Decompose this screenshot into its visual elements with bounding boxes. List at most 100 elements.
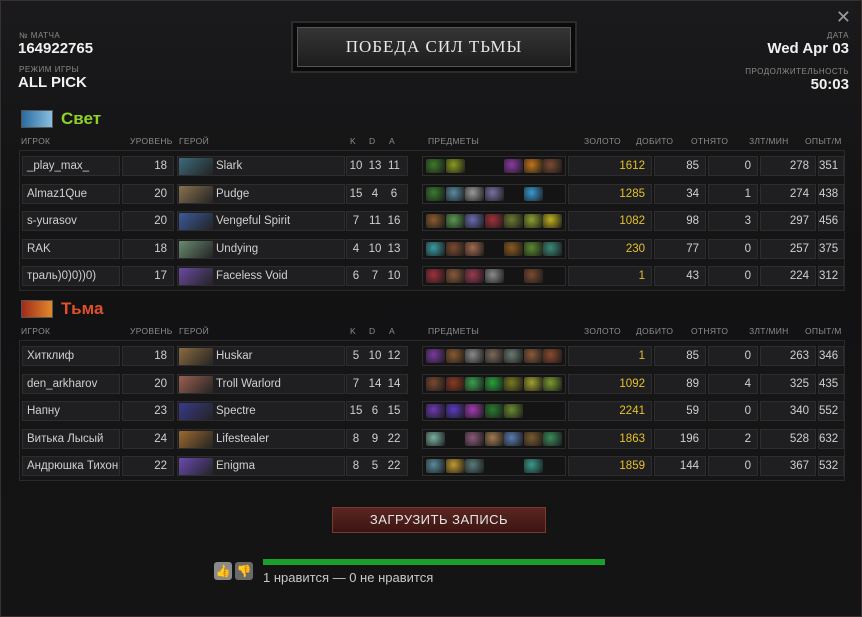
item-slot[interactable] (445, 404, 465, 418)
player-row[interactable]: траль)0)0))0) 17 Faceless Void 6 7 10 1 43 0 224 3… (20, 264, 844, 288)
player-name[interactable]: Хитклиф (22, 346, 120, 366)
player-name[interactable]: s-yurasov (22, 211, 120, 231)
gold-value: 2241 (568, 401, 652, 421)
item-slot[interactable] (543, 159, 562, 173)
item-slot[interactable] (426, 241, 445, 256)
player-row[interactable]: den_arkharov 20 Troll Warlord 7 14 14 1092 89 4 3… (20, 372, 844, 396)
team-header-0: Свет (21, 109, 101, 129)
item-slot[interactable] (504, 241, 523, 256)
item-slot[interactable] (465, 186, 484, 201)
item-slot[interactable] (445, 241, 465, 256)
hero-cell[interactable]: Enigma (177, 456, 345, 476)
hero-cell[interactable]: Troll Warlord (177, 373, 345, 394)
item-slot[interactable] (426, 269, 445, 283)
item-slot[interactable] (504, 214, 523, 228)
download-replay-button[interactable]: ЗАГРУЗИТЬ ЗАПИСЬ (332, 507, 546, 533)
item-slot[interactable] (543, 241, 562, 256)
item-slot[interactable] (504, 404, 523, 418)
item-slot[interactable] (523, 431, 543, 446)
hero-name: Enigma (216, 460, 255, 472)
player-name[interactable]: Almaz1Que (22, 183, 120, 204)
item-slot[interactable] (484, 269, 504, 283)
item-slot[interactable] (484, 431, 504, 446)
item-slot[interactable] (543, 349, 562, 363)
hero-cell[interactable]: Slark (177, 156, 345, 176)
thumbs-down-icon[interactable]: 👎 (235, 562, 253, 580)
item-slot[interactable] (426, 404, 445, 418)
item-slot[interactable] (543, 214, 562, 228)
item-slot[interactable] (523, 159, 543, 173)
column-header-hero: ГЕРОЙ (179, 136, 209, 146)
hero-cell[interactable]: Pudge (177, 183, 345, 204)
hero-cell[interactable]: Spectre (177, 401, 345, 421)
item-slot[interactable] (484, 376, 504, 391)
item-slot[interactable] (445, 349, 465, 363)
player-row[interactable]: Андрюшка Тихон 22 Enigma 8 5 22 1859 144 0 367 532 (20, 454, 844, 478)
item-slot[interactable] (445, 459, 465, 473)
item-slot[interactable] (523, 241, 543, 256)
hero-cell[interactable]: Undying (177, 238, 345, 259)
player-name[interactable]: Витька Лысый (22, 428, 120, 449)
player-row[interactable]: Напну 23 Spectre 15 6 15 2241 59 0 340 552 (20, 399, 844, 423)
item-slot[interactable] (426, 186, 445, 201)
item-slot[interactable] (445, 269, 465, 283)
player-row[interactable]: _play_max_ 18 Slark 10 13 11 1612 85 0 278 351 (20, 154, 844, 178)
hero-cell[interactable]: Faceless Void (177, 266, 345, 286)
item-slot (485, 459, 504, 473)
item-slot[interactable] (465, 241, 484, 256)
thumbs-up-icon[interactable]: 👍 (214, 562, 232, 580)
player-row[interactable]: RAK 18 Undying 4 10 13 230 77 0 257 375 (20, 237, 844, 261)
item-slot[interactable] (426, 431, 445, 446)
item-slot[interactable] (445, 186, 465, 201)
player-name[interactable]: den_arkharov (22, 373, 120, 394)
player-row[interactable]: s-yurasov 20 Vengeful Spirit 7 11 16 1082 98 3 29… (20, 209, 844, 233)
player-name[interactable]: Напну (22, 401, 120, 421)
item-slot[interactable] (426, 214, 445, 228)
item-slot[interactable] (543, 431, 562, 446)
item-slot[interactable] (426, 349, 445, 363)
item-slot[interactable] (523, 459, 543, 473)
close-icon[interactable]: ✕ (836, 7, 851, 28)
player-row[interactable]: Витька Лысый 24 Lifestealer 8 9 22 1863 196 2 528… (20, 427, 844, 451)
item-slot[interactable] (484, 186, 504, 201)
k-value: 10 (349, 160, 363, 172)
item-slot[interactable] (484, 404, 504, 418)
item-slot[interactable] (543, 376, 562, 391)
item-slot[interactable] (445, 159, 465, 173)
item-slot[interactable] (426, 159, 445, 173)
d-value: 11 (369, 215, 381, 227)
item-slot[interactable] (465, 214, 484, 228)
item-slot[interactable] (465, 431, 484, 446)
item-slot (543, 187, 562, 201)
item-slot[interactable] (504, 349, 523, 363)
item-slot[interactable] (426, 376, 445, 391)
player-name[interactable]: траль)0)0))0) (22, 266, 120, 286)
hero-cell[interactable]: Vengeful Spirit (177, 211, 345, 231)
item-slot[interactable] (504, 159, 523, 173)
hero-cell[interactable]: Lifestealer (177, 428, 345, 449)
player-row[interactable]: Almaz1Que 20 Pudge 15 4 6 1285 34 1 274 438 (20, 182, 844, 206)
item-slot[interactable] (523, 269, 543, 283)
item-slot[interactable] (445, 214, 465, 228)
item-slot[interactable] (504, 431, 523, 446)
hero-name: Faceless Void (216, 270, 288, 282)
item-slot[interactable] (465, 269, 484, 283)
item-slot[interactable] (504, 376, 523, 391)
player-row[interactable]: Хитклиф 18 Huskar 5 10 12 1 85 0 263 346 (20, 344, 844, 368)
item-slot[interactable] (465, 349, 484, 363)
item-slot[interactable] (484, 214, 504, 228)
item-slot[interactable] (465, 404, 484, 418)
player-name[interactable]: _play_max_ (22, 156, 120, 176)
item-slot[interactable] (445, 376, 465, 391)
item-slot[interactable] (484, 349, 504, 363)
item-slot[interactable] (465, 376, 484, 391)
item-slot[interactable] (523, 376, 543, 391)
item-slot[interactable] (523, 214, 543, 228)
item-slot[interactable] (523, 186, 543, 201)
player-name[interactable]: Андрюшка Тихон (22, 456, 120, 476)
item-slot[interactable] (465, 459, 484, 473)
item-slot[interactable] (426, 459, 445, 473)
hero-cell[interactable]: Huskar (177, 346, 345, 366)
player-name[interactable]: RAK (22, 238, 120, 259)
item-slot[interactable] (523, 349, 543, 363)
